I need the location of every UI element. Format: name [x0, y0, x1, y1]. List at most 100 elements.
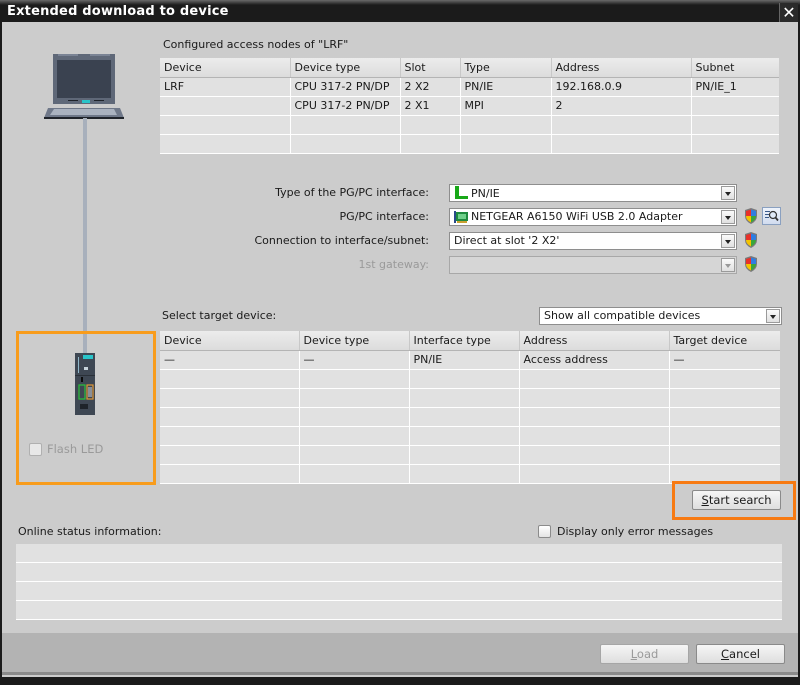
cell-device-type: — — [299, 350, 410, 370]
error-only-label: Display only error messages — [557, 525, 714, 538]
chevron-down-icon[interactable] — [721, 210, 735, 224]
configured-nodes-heading: Configured access nodes of "LRF" — [163, 38, 349, 51]
cell-empty — [669, 445, 780, 465]
connection-select[interactable]: Direct at slot '2 X2' — [449, 232, 737, 250]
start-search-button[interactable]: Start search — [692, 490, 781, 510]
cell-empty — [160, 407, 300, 427]
status-row — [16, 563, 782, 582]
table-row — [160, 445, 780, 465]
chevron-down-icon[interactable] — [721, 234, 735, 248]
table-row — [160, 369, 780, 389]
flash-led-checkbox[interactable] — [29, 443, 42, 456]
column-header[interactable]: Type — [460, 58, 552, 78]
pgpc-interface-select[interactable]: NETGEAR A6150 WiFi USB 2.0 Adapter — [449, 208, 737, 226]
cell-device-type: CPU 317-2 PN/DP — [290, 77, 401, 97]
cell-type: PN/IE — [460, 77, 552, 97]
cell-slot: 2 X2 — [400, 77, 461, 97]
cell-empty — [519, 388, 670, 408]
status-row — [16, 582, 782, 601]
target-device-heading: Select target device: — [162, 309, 277, 322]
cell-empty — [669, 407, 780, 427]
column-header[interactable]: Device — [160, 58, 291, 78]
column-header[interactable]: Device — [160, 331, 300, 351]
column-header[interactable]: Target device — [669, 331, 780, 351]
cancel-label: ancel — [729, 647, 760, 661]
cell-device — [160, 96, 291, 116]
cell-empty — [460, 134, 552, 154]
cell-empty — [519, 464, 670, 484]
cancel-accelerator: C — [721, 647, 730, 661]
cell-empty — [460, 115, 552, 135]
load-button[interactable]: Load — [600, 644, 689, 664]
windows-security-shield-icon — [745, 232, 757, 248]
cell-empty — [160, 445, 300, 465]
cell-empty — [299, 369, 410, 389]
cell-empty — [409, 426, 520, 446]
error-only-checkbox[interactable] — [538, 525, 551, 538]
laptop-icon — [44, 54, 124, 119]
gateway-select[interactable] — [449, 256, 737, 274]
chevron-down-icon[interactable] — [721, 186, 735, 200]
table-header-row: Device Device type Slot Type Address Sub… — [160, 58, 779, 78]
cell-empty — [409, 407, 520, 427]
cell-empty — [160, 134, 291, 154]
windows-security-shield-icon — [745, 256, 757, 272]
cell-empty — [299, 388, 410, 408]
cancel-button[interactable]: Cancel — [696, 644, 785, 664]
device-filter-select[interactable]: Show all compatible devices — [539, 307, 782, 325]
table-row[interactable]: CPU 317-2 PN/DP 2 X1 MPI 2 — [160, 96, 779, 116]
cell-empty — [519, 369, 670, 389]
online-status-list — [16, 544, 782, 620]
pgpc-interface-value: NETGEAR A6150 WiFi USB 2.0 Adapter — [471, 210, 683, 223]
column-header[interactable]: Address — [551, 58, 692, 78]
gateway-label: 1st gateway: — [358, 258, 430, 271]
diagnostics-button[interactable] — [762, 207, 781, 225]
chevron-down-icon[interactable] — [721, 258, 735, 272]
table-row[interactable]: LRF CPU 317-2 PN/DP 2 X2 PN/IE 192.168.0… — [160, 77, 779, 97]
column-header[interactable]: Interface type — [409, 331, 520, 351]
device-highlight-frame — [16, 331, 156, 485]
load-label: oad — [636, 647, 659, 661]
cell-empty — [669, 369, 780, 389]
connection-label: Connection to interface/subnet: — [254, 234, 430, 247]
cell-empty — [409, 464, 520, 484]
column-header[interactable]: Subnet — [691, 58, 779, 78]
cell-empty — [691, 134, 779, 154]
cell-empty — [409, 445, 520, 465]
cell-empty — [299, 464, 410, 484]
cell-empty — [551, 115, 692, 135]
cell-empty — [669, 388, 780, 408]
column-header[interactable]: Slot — [400, 58, 461, 78]
cell-empty — [160, 426, 300, 446]
close-button[interactable]: ✕ — [779, 3, 798, 22]
cell-empty — [691, 115, 779, 135]
table-row — [160, 407, 780, 427]
cell-address: 2 — [551, 96, 692, 116]
configured-nodes-table: Device Device type Slot Type Address Sub… — [160, 58, 779, 154]
cell-empty — [400, 134, 461, 154]
connection-line — [83, 118, 87, 355]
cell-empty — [409, 388, 520, 408]
chevron-down-icon[interactable] — [766, 309, 780, 323]
column-header[interactable]: Device type — [299, 331, 410, 351]
title-bar: Extended download to device ✕ — [0, 0, 800, 22]
column-header[interactable]: Device type — [290, 58, 401, 78]
cell-empty — [290, 134, 401, 154]
table-row[interactable]: — — PN/IE Access address — — [160, 350, 780, 370]
status-row — [16, 601, 782, 620]
cell-empty — [299, 407, 410, 427]
cell-empty — [299, 445, 410, 465]
pgpc-type-select[interactable]: PN/IE — [449, 184, 737, 202]
table-header-row: Device Device type Interface type Addres… — [160, 331, 780, 351]
pgpc-type-label: Type of the PG/PC interface: — [275, 186, 429, 199]
cell-empty — [160, 115, 291, 135]
cell-type: MPI — [460, 96, 552, 116]
cell-empty — [409, 369, 520, 389]
cell-address: 192.168.0.9 — [551, 77, 692, 97]
cell-empty — [160, 369, 300, 389]
dialog-title: Extended download to device — [7, 4, 229, 19]
start-search-label: tart search — [708, 493, 772, 507]
cell-slot: 2 X1 — [400, 96, 461, 116]
pgpc-interface-label: PG/PC interface: — [339, 210, 429, 223]
column-header[interactable]: Address — [519, 331, 670, 351]
